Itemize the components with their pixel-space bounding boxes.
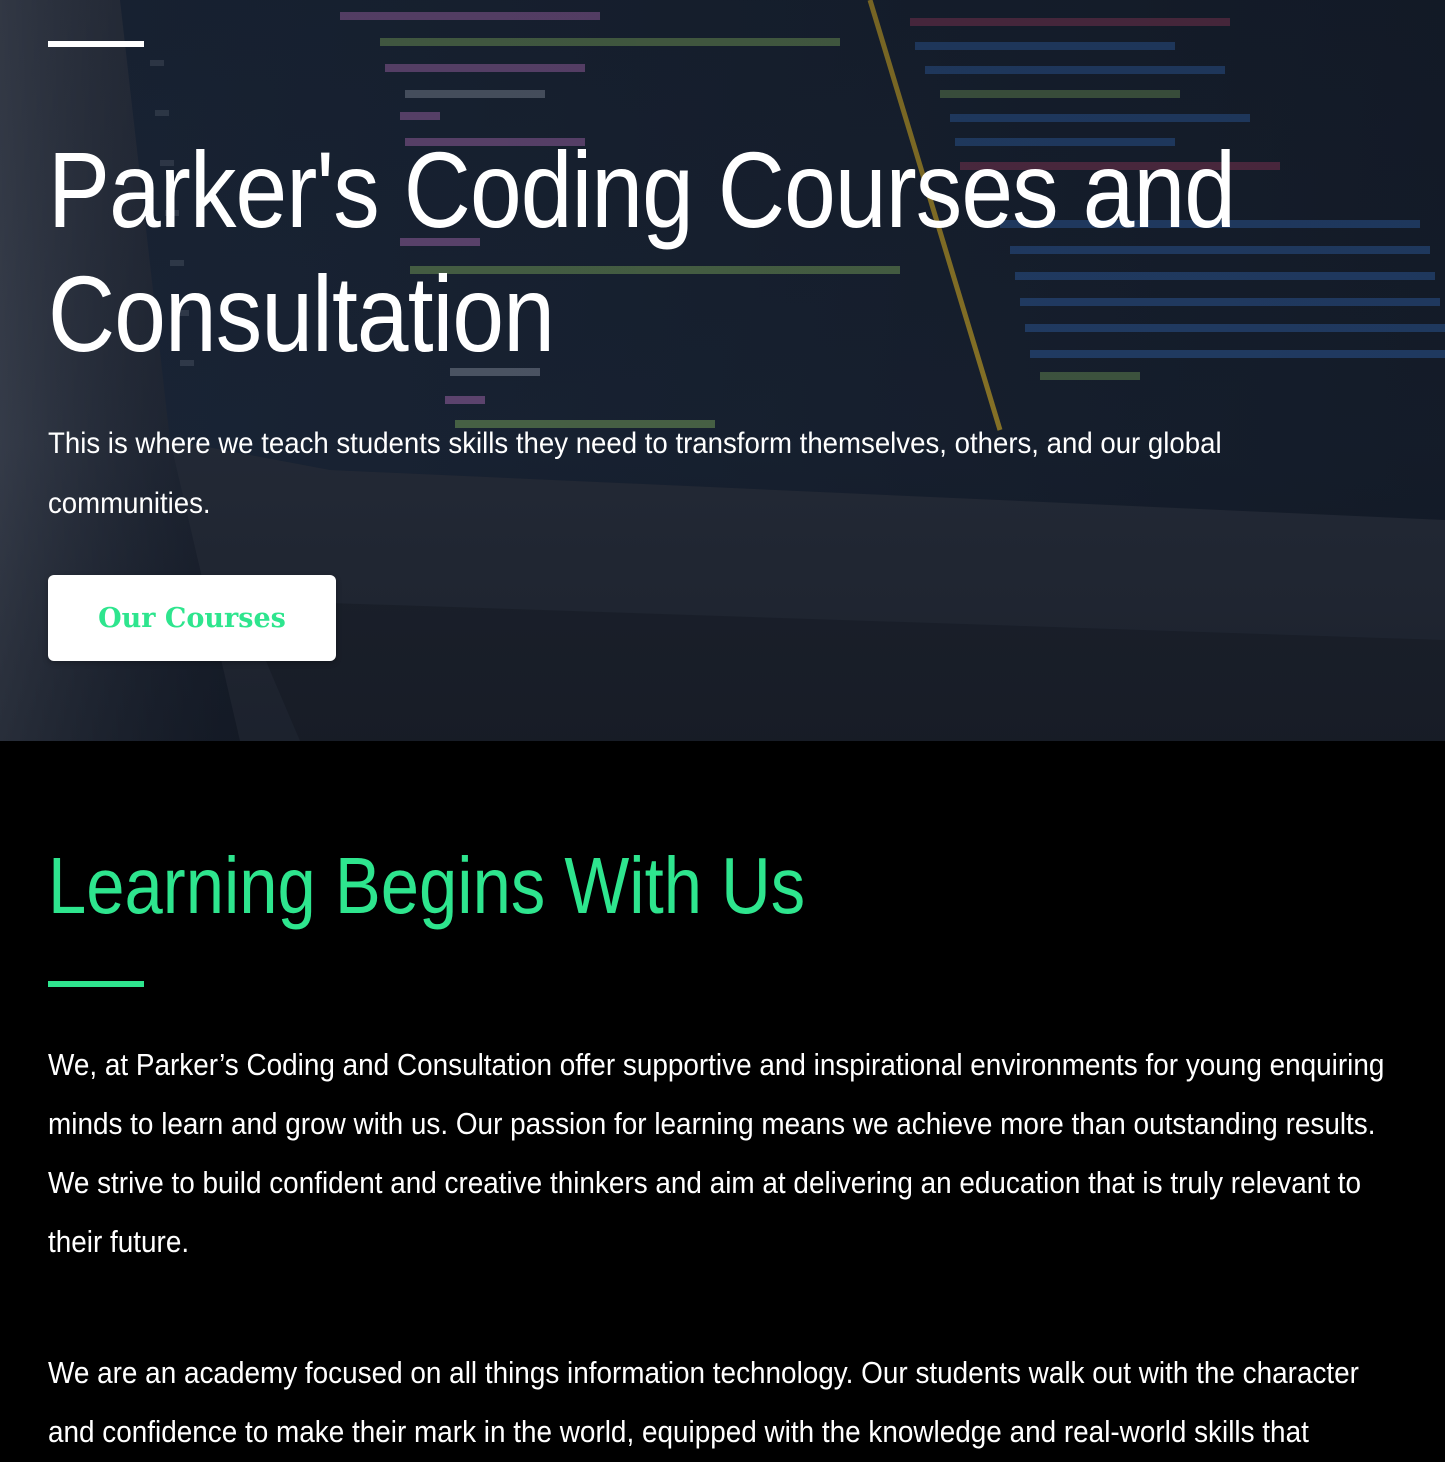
about-paragraph: We, at Parker’s Coding and Consultation … [48, 1047, 1385, 1259]
our-courses-button[interactable]: Our Courses [48, 575, 336, 661]
hero-section: Parker's Coding Courses and Consultation… [0, 0, 1445, 741]
hero-title: Parker's Coding Courses and Consultation [48, 129, 1236, 374]
about-title: Learning Begins With Us [48, 841, 806, 930]
hero-subtitle: This is where we teach students skills t… [48, 427, 1222, 520]
about-paragraph: We are an academy focused on all things … [48, 1355, 1359, 1449]
about-section: Learning Begins With Us We, at Parker’s … [0, 741, 1445, 1462]
about-accent-rule [48, 981, 144, 987]
hero-accent-rule [48, 41, 144, 47]
